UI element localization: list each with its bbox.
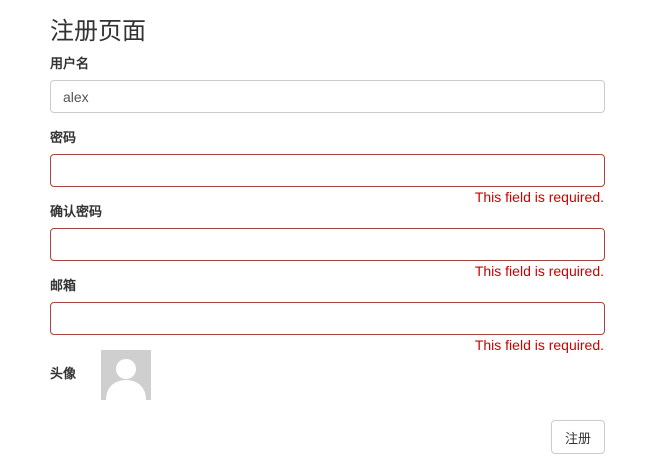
username-input[interactable] <box>50 80 605 113</box>
register-button[interactable]: 注册 <box>551 420 605 454</box>
email-label: 邮箱 <box>50 279 77 294</box>
confirm-password-input[interactable] <box>50 228 605 261</box>
username-label: 用户名 <box>50 57 90 72</box>
email-error: This field is required. <box>474 337 604 353</box>
page-title: 注册页面 <box>50 17 146 45</box>
confirm-password-error: This field is required. <box>474 263 604 279</box>
email-input[interactable] <box>50 302 605 335</box>
password-error: This field is required. <box>474 189 604 205</box>
avatar-label: 头像 <box>50 367 77 382</box>
register-page: 注册页面 用户名 密码 This field is required. 确认密码… <box>0 0 652 460</box>
default-avatar-icon <box>101 350 151 400</box>
password-label: 密码 <box>50 131 77 146</box>
password-input[interactable] <box>50 154 605 187</box>
avatar-upload[interactable] <box>101 350 151 400</box>
confirm-password-label: 确认密码 <box>50 205 103 220</box>
